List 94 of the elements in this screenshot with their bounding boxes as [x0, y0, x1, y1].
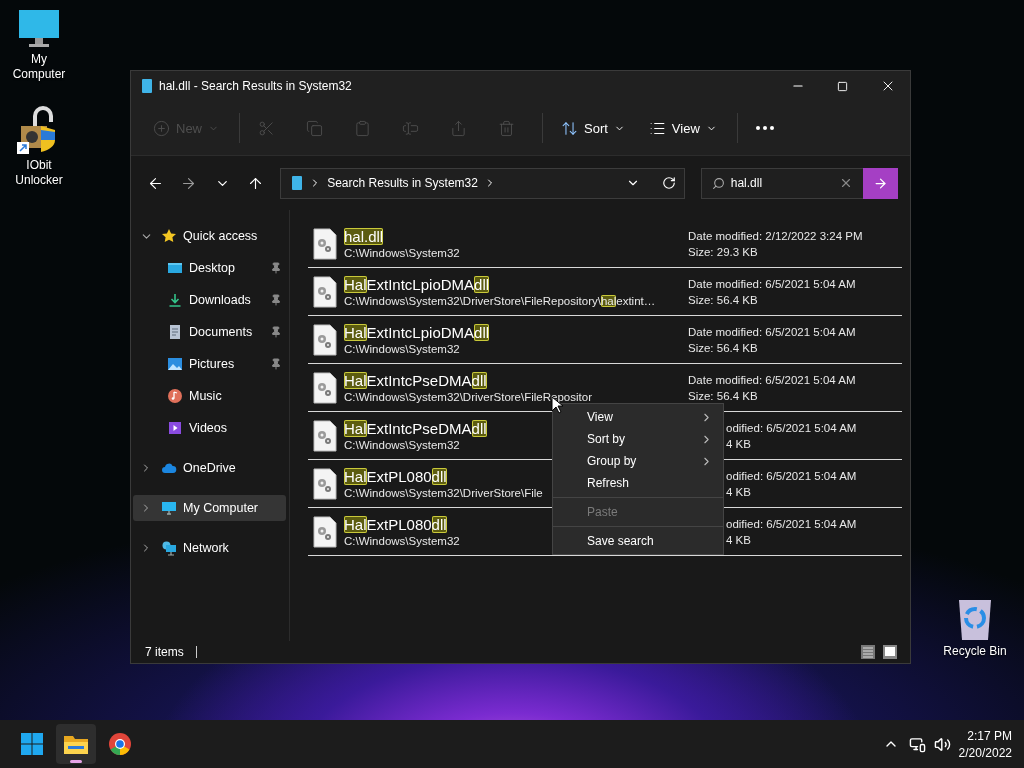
menu-item[interactable]: Refresh	[553, 472, 723, 494]
file-size: 4 KB	[726, 437, 752, 450]
trash-icon	[498, 119, 515, 137]
computer-icon	[161, 500, 177, 516]
gear-file-icon	[312, 515, 338, 548]
folder-icon	[63, 733, 89, 755]
rename-icon	[402, 119, 419, 137]
nav-item[interactable]: OneDrive	[133, 455, 286, 481]
desktop-icon-label[interactable]: IObit Unlocker	[7, 158, 71, 188]
nav-item[interactable]: Pictures	[133, 351, 286, 377]
picture-icon	[167, 356, 183, 372]
gear-file-icon	[312, 371, 338, 404]
file-path: C:\Windows\System32\DriverStore\File	[344, 487, 543, 499]
date-modified: odified: 6/5/2021 5:04 AM	[726, 421, 858, 434]
desktop-icon-label[interactable]: My Computer	[7, 52, 71, 82]
nav-item[interactable]: Network	[133, 535, 286, 561]
nav-item[interactable]: Downloads	[133, 287, 286, 313]
network-icon	[161, 540, 177, 556]
nav-item[interactable]: Desktop	[133, 255, 286, 281]
file-path: C:\Windows\System32	[344, 535, 460, 547]
maximize-icon	[837, 80, 848, 92]
file-size: Size: 56.4 KB	[688, 341, 759, 354]
menu-item[interactable]: Save search	[553, 530, 723, 552]
menu-item[interactable]: Sort by	[553, 428, 723, 450]
chrome-icon	[108, 732, 132, 756]
file-name: hal.dll	[344, 228, 384, 245]
share-icon	[450, 119, 467, 137]
nav-item[interactable]: Quick access	[133, 223, 286, 249]
file-path: C:\Windows\System32	[344, 247, 460, 259]
video-icon	[167, 420, 183, 436]
network-icon[interactable]	[908, 735, 926, 753]
nav-item[interactable]: My Computer	[133, 495, 286, 521]
plus-icon	[153, 119, 170, 137]
clear-icon[interactable]	[839, 176, 853, 190]
file-path: C:\Windows\System32\DriverStore\FileRepository\halextint…	[344, 295, 656, 307]
copy-icon	[306, 119, 323, 137]
cut-icon	[258, 119, 275, 137]
music-icon	[167, 388, 183, 404]
sort-button[interactable]: Sort	[553, 111, 633, 145]
document-icon	[167, 324, 183, 340]
file-name: HalExtIntcPseDMAdll	[344, 372, 487, 389]
sort-icon	[561, 119, 578, 137]
item-count: 7 items	[145, 645, 184, 659]
gear-file-icon	[312, 275, 338, 308]
file-name: HalExtIntcPseDMAdll	[344, 420, 487, 437]
breadcrumb[interactable]: Search Results in System32	[327, 176, 478, 190]
search-icon	[711, 176, 725, 190]
search-go-button[interactable]	[863, 167, 898, 199]
gear-file-icon	[312, 323, 338, 356]
file-size: 4 KB	[726, 533, 752, 546]
nav-item[interactable]: Videos	[133, 415, 286, 441]
search-input[interactable]: hal.dll	[724, 176, 839, 190]
desktop-icon	[167, 260, 183, 276]
volume-icon[interactable]	[933, 735, 951, 753]
paste-icon	[354, 119, 371, 137]
nav-item[interactable]: Documents	[133, 319, 286, 345]
date-modified: Date modified: 2/12/2022 3:24 PM	[688, 229, 864, 242]
star-icon	[161, 228, 177, 244]
file-name: HalExtPL080dll	[344, 516, 447, 533]
file-size: Size: 56.4 KB	[688, 389, 759, 402]
file-size: Size: 56.4 KB	[688, 293, 759, 306]
gear-file-icon	[312, 467, 338, 500]
date-modified: Date modified: 6/5/2021 5:04 AM	[688, 277, 857, 290]
window-title: hal.dll - Search Results in System32	[159, 79, 353, 93]
file-path: C:\Windows\System32	[344, 343, 460, 355]
more-icon	[755, 126, 774, 130]
clock[interactable]: 2:17 PM 2/20/2022	[958, 728, 1012, 760]
date-modified: Date modified: 6/5/2021 5:04 AM	[688, 325, 857, 338]
document-icon	[291, 175, 304, 191]
windows-logo-icon	[20, 732, 44, 756]
file-size: Size: 29.3 KB	[688, 245, 759, 258]
monitor-icon	[17, 8, 61, 50]
date-modified: Date modified: 6/5/2021 5:04 AM	[688, 373, 857, 386]
document-icon	[141, 78, 153, 94]
file-size: 4 KB	[726, 485, 752, 498]
view-button[interactable]: View	[640, 111, 725, 145]
download-icon	[167, 292, 183, 308]
search-field[interactable]: hal.dll	[700, 167, 863, 199]
address-bar[interactable]: Search Results in System32	[280, 167, 685, 199]
refresh-icon	[661, 176, 676, 190]
details-view-icon[interactable]	[860, 644, 876, 660]
date-modified: odified: 6/5/2021 5:04 AM	[726, 469, 858, 482]
taskbar-app-button[interactable]	[56, 724, 96, 764]
gear-file-icon	[312, 419, 338, 452]
desktop-icon-label[interactable]: Recycle Bin	[943, 644, 1007, 659]
file-path: C:\Windows\System32\DriverStore\FileRepositor	[344, 391, 592, 403]
nav-item[interactable]: Music	[133, 383, 286, 409]
tiles-view-icon[interactable]	[882, 644, 898, 660]
search-result-row[interactable]: hal.dll C:\Windows\System32 Date modified: 2/12/2022 3:24 PM Size: 29.3 KB	[308, 220, 902, 268]
file-name: HalExtPL080dll	[344, 468, 447, 485]
file-path: C:\Windows\System32	[344, 439, 460, 451]
arrow-icon	[873, 175, 888, 191]
gear-file-icon	[312, 227, 338, 260]
date-modified: odified: 6/5/2021 5:04 AM	[726, 517, 858, 530]
